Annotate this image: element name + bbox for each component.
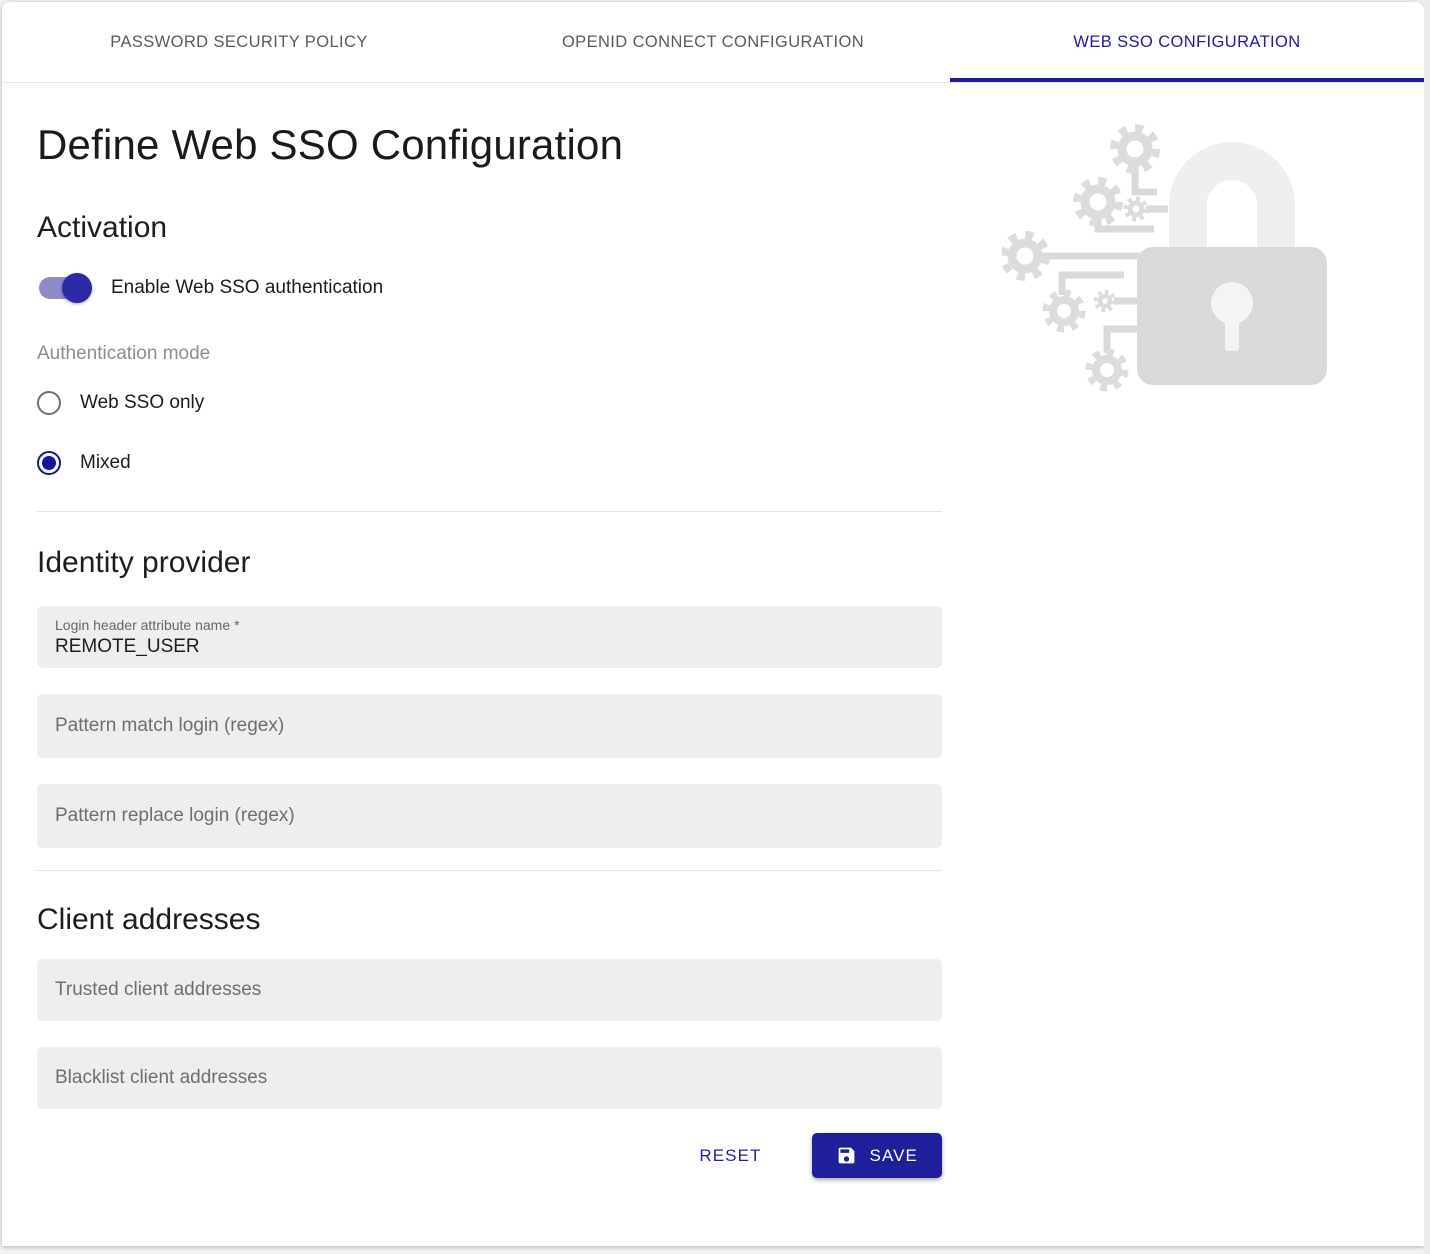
gear-icon: [1004, 235, 1046, 277]
tab-bar: PASSWORD SECURITY POLICY OPENID CONNECT …: [2, 2, 1424, 83]
enable-web-sso-toggle-row: Enable Web SSO authentication: [37, 277, 942, 299]
web-sso-toggle[interactable]: [39, 277, 87, 299]
gear-icon: [1089, 352, 1125, 388]
reset-button[interactable]: RESET: [691, 1136, 769, 1176]
gear-icon: [1046, 293, 1082, 329]
radio-label: Mixed: [80, 452, 131, 474]
save-button-label: SAVE: [870, 1146, 919, 1166]
radio-button-icon: [37, 391, 61, 415]
circuit-lines: [1042, 162, 1168, 353]
client-addresses-heading: Client addresses: [37, 903, 942, 937]
padlock-icon: [1137, 161, 1327, 385]
gear-icon: [1077, 181, 1119, 223]
blacklist-client-addresses-input[interactable]: [55, 1067, 924, 1089]
tab-password-security-policy[interactable]: PASSWORD SECURITY POLICY: [2, 2, 476, 82]
lock-and-gears-illustration: [1002, 107, 1422, 407]
scrollbar[interactable]: [1424, 0, 1430, 1254]
tab-openid-connect-configuration[interactable]: OPENID CONNECT CONFIGURATION: [476, 2, 950, 82]
gear-icon: [1114, 128, 1156, 170]
form-actions: RESET SAVE: [37, 1133, 942, 1178]
radio-button-icon-selected: [37, 451, 61, 475]
activation-heading: Activation: [37, 211, 942, 245]
pattern-match-login-input[interactable]: [55, 715, 924, 737]
login-header-attribute-field[interactable]: Login header attribute name*: [37, 606, 942, 668]
radio-mixed[interactable]: Mixed: [37, 451, 942, 475]
radio-label: Web SSO only: [80, 392, 204, 414]
login-header-attribute-input[interactable]: [55, 636, 924, 658]
web-sso-form: Define Web SSO Configuration Activation …: [37, 83, 942, 1178]
section-divider: [37, 870, 942, 871]
field-label: Login header attribute name*: [55, 617, 924, 633]
tab-web-sso-configuration[interactable]: WEB SSO CONFIGURATION: [950, 2, 1424, 82]
pattern-replace-login-field[interactable]: [37, 784, 942, 848]
trusted-client-addresses-field[interactable]: [37, 959, 942, 1021]
section-divider: [37, 511, 942, 512]
settings-card: PASSWORD SECURITY POLICY OPENID CONNECT …: [2, 2, 1424, 1246]
page-title: Define Web SSO Configuration: [37, 121, 942, 169]
save-icon: [836, 1145, 857, 1166]
save-button[interactable]: SAVE: [812, 1133, 943, 1178]
pattern-replace-login-input[interactable]: [55, 805, 924, 827]
toggle-thumb: [62, 273, 92, 303]
radio-web-sso-only[interactable]: Web SSO only: [37, 391, 942, 415]
blacklist-client-addresses-field[interactable]: [37, 1047, 942, 1109]
required-asterisk: *: [234, 617, 239, 633]
authentication-mode-label: Authentication mode: [37, 343, 942, 365]
gear-icon: [1126, 199, 1146, 219]
identity-provider-heading: Identity provider: [37, 546, 942, 580]
pattern-match-login-field[interactable]: [37, 694, 942, 758]
trusted-client-addresses-input[interactable]: [55, 979, 924, 1001]
toggle-label: Enable Web SSO authentication: [111, 277, 383, 299]
gear-icon: [1096, 292, 1114, 310]
